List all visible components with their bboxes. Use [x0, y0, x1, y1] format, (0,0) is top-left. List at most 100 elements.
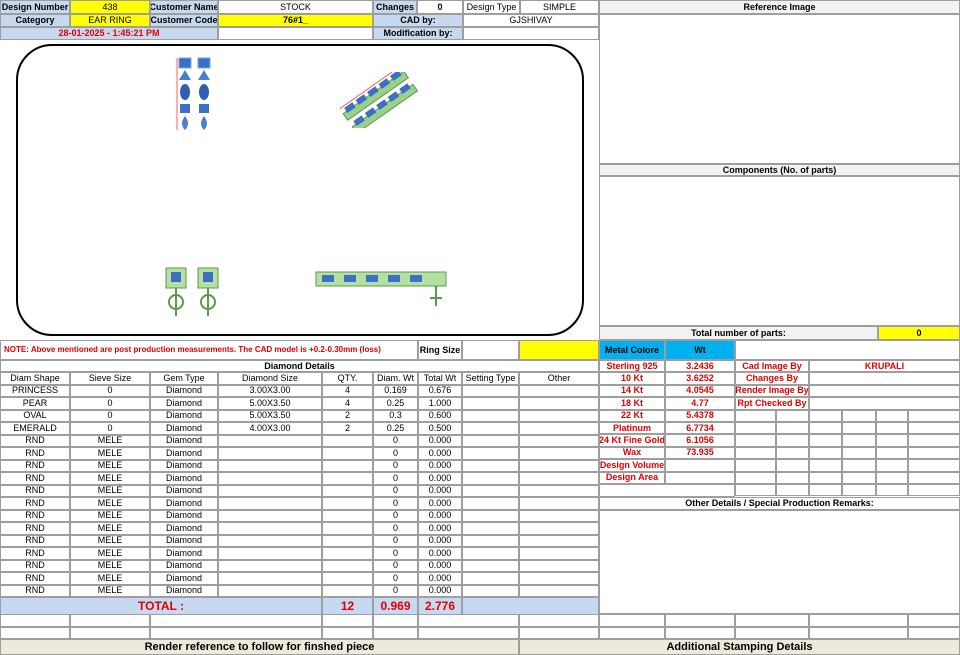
blank-cell[interactable]	[908, 626, 960, 639]
grid-cell[interactable]	[842, 484, 876, 497]
cell-qty[interactable]	[322, 559, 373, 572]
grid-cell[interactable]	[776, 409, 809, 422]
cell-sieve-size[interactable]: 0	[70, 384, 150, 397]
grid-cell[interactable]	[735, 422, 776, 435]
cell-diam-shape[interactable]: RND	[0, 572, 70, 585]
cell-sieve-size[interactable]: MELE	[70, 584, 150, 597]
credit-value[interactable]	[809, 397, 960, 410]
cell-setting-type[interactable]	[462, 409, 519, 422]
cell-total-wt[interactable]: 0.000	[418, 472, 462, 485]
grid-cell[interactable]	[776, 471, 809, 484]
cell-total-wt[interactable]: 0.676	[418, 384, 462, 397]
cell-diam-shape[interactable]: RND	[0, 547, 70, 560]
cell-setting-type[interactable]	[462, 572, 519, 585]
cell-gem-type[interactable]: Diamond	[150, 522, 218, 535]
cell-gem-type[interactable]: Diamond	[150, 459, 218, 472]
cell-qty[interactable]	[322, 584, 373, 597]
cell-diam-shape[interactable]: RND	[0, 459, 70, 472]
cell-diam-wt[interactable]: 0.25	[373, 422, 418, 435]
cell-diam-shape[interactable]: RND	[0, 534, 70, 547]
blank-cell[interactable]	[150, 614, 322, 627]
cell-diam-wt[interactable]: 0.169	[373, 384, 418, 397]
cell-total-wt[interactable]: 0.000	[418, 484, 462, 497]
customer-name-value[interactable]: STOCK	[218, 0, 373, 14]
grid-cell[interactable]	[735, 471, 776, 484]
cell-diamond-size[interactable]	[218, 559, 322, 572]
cell-sieve-size[interactable]: MELE	[70, 434, 150, 447]
cell-diam-wt[interactable]: 0	[373, 572, 418, 585]
cell-gem-type[interactable]: Diamond	[150, 397, 218, 410]
cell-sieve-size[interactable]: MELE	[70, 509, 150, 522]
cell-total-wt[interactable]: 0.000	[418, 434, 462, 447]
cell-other[interactable]	[519, 434, 599, 447]
cell-qty[interactable]	[322, 434, 373, 447]
cell-sieve-size[interactable]: MELE	[70, 484, 150, 497]
cell-gem-type[interactable]: Diamond	[150, 547, 218, 560]
cell-setting-type[interactable]	[462, 422, 519, 435]
cell-diam-wt[interactable]: 0.25	[373, 397, 418, 410]
cell-sieve-size[interactable]: MELE	[70, 522, 150, 535]
cell-qty[interactable]	[322, 484, 373, 497]
cell-setting-type[interactable]	[462, 509, 519, 522]
cell-gem-type[interactable]: Diamond	[150, 447, 218, 460]
cell-diamond-size[interactable]	[218, 434, 322, 447]
cell-diam-wt[interactable]: 0.3	[373, 409, 418, 422]
cell-other[interactable]	[519, 534, 599, 547]
cell-other[interactable]	[519, 484, 599, 497]
grid-cell[interactable]	[842, 422, 876, 435]
cell-diamond-size[interactable]: 5.00X3.50	[218, 409, 322, 422]
grid-cell[interactable]	[908, 471, 960, 484]
cell-setting-type[interactable]	[462, 584, 519, 597]
cell-total-wt[interactable]: 0.000	[418, 572, 462, 585]
cell-other[interactable]	[519, 472, 599, 485]
grid-cell[interactable]	[809, 434, 842, 447]
cell-other[interactable]	[519, 459, 599, 472]
cell-diamond-size[interactable]	[218, 484, 322, 497]
cell-setting-type[interactable]	[462, 522, 519, 535]
blank-cell[interactable]	[373, 626, 418, 639]
cell-diam-wt[interactable]: 0	[373, 459, 418, 472]
cell-diamond-size[interactable]	[218, 547, 322, 560]
cell-qty[interactable]	[322, 522, 373, 535]
cell-diam-shape[interactable]: RND	[0, 434, 70, 447]
grid-cell[interactable]	[776, 446, 809, 460]
grid-cell[interactable]	[809, 459, 842, 472]
cell-other[interactable]	[519, 559, 599, 572]
cell-total-wt[interactable]: 0.000	[418, 547, 462, 560]
grid-cell[interactable]	[809, 471, 842, 484]
cell-setting-type[interactable]	[462, 559, 519, 572]
cell-diamond-size[interactable]	[218, 447, 322, 460]
cell-diamond-size[interactable]: 4.00X3.00	[218, 422, 322, 435]
cell-gem-type[interactable]: Diamond	[150, 409, 218, 422]
cell-total-wt[interactable]: 0.600	[418, 409, 462, 422]
blank-cell[interactable]	[70, 614, 150, 627]
design-type-value[interactable]: SIMPLE	[520, 0, 599, 14]
cell-gem-type[interactable]: Diamond	[150, 572, 218, 585]
cell-gem-type[interactable]: Diamond	[150, 509, 218, 522]
cell-diamond-size[interactable]	[218, 584, 322, 597]
cell-qty[interactable]: 4	[322, 397, 373, 410]
cell-other[interactable]	[519, 384, 599, 397]
blank-cell[interactable]	[150, 626, 322, 639]
cell-diam-wt[interactable]: 0	[373, 547, 418, 560]
cell-other[interactable]	[519, 547, 599, 560]
cell-diamond-size[interactable]	[218, 472, 322, 485]
grid-cell[interactable]	[876, 422, 908, 435]
blank-cell[interactable]	[735, 626, 809, 639]
cell-diam-shape[interactable]: EMERALD	[0, 422, 70, 435]
blank-cell[interactable]	[809, 626, 908, 639]
grid-cell[interactable]	[908, 409, 960, 422]
cell-diam-shape[interactable]: RND	[0, 509, 70, 522]
cell-diam-shape[interactable]: RND	[0, 484, 70, 497]
cell-sieve-size[interactable]: MELE	[70, 534, 150, 547]
metal-weight[interactable]: 5.4378	[665, 409, 735, 422]
cell-sieve-size[interactable]: 0	[70, 409, 150, 422]
cell-gem-type[interactable]: Diamond	[150, 559, 218, 572]
cell-diamond-size[interactable]	[218, 522, 322, 535]
cell-qty[interactable]	[322, 472, 373, 485]
metal-weight[interactable]	[665, 471, 735, 484]
cell-other[interactable]	[519, 409, 599, 422]
cell-qty[interactable]	[322, 534, 373, 547]
cell-diam-shape[interactable]: RND	[0, 522, 70, 535]
credit-value[interactable]: KRUPALI	[809, 360, 960, 373]
